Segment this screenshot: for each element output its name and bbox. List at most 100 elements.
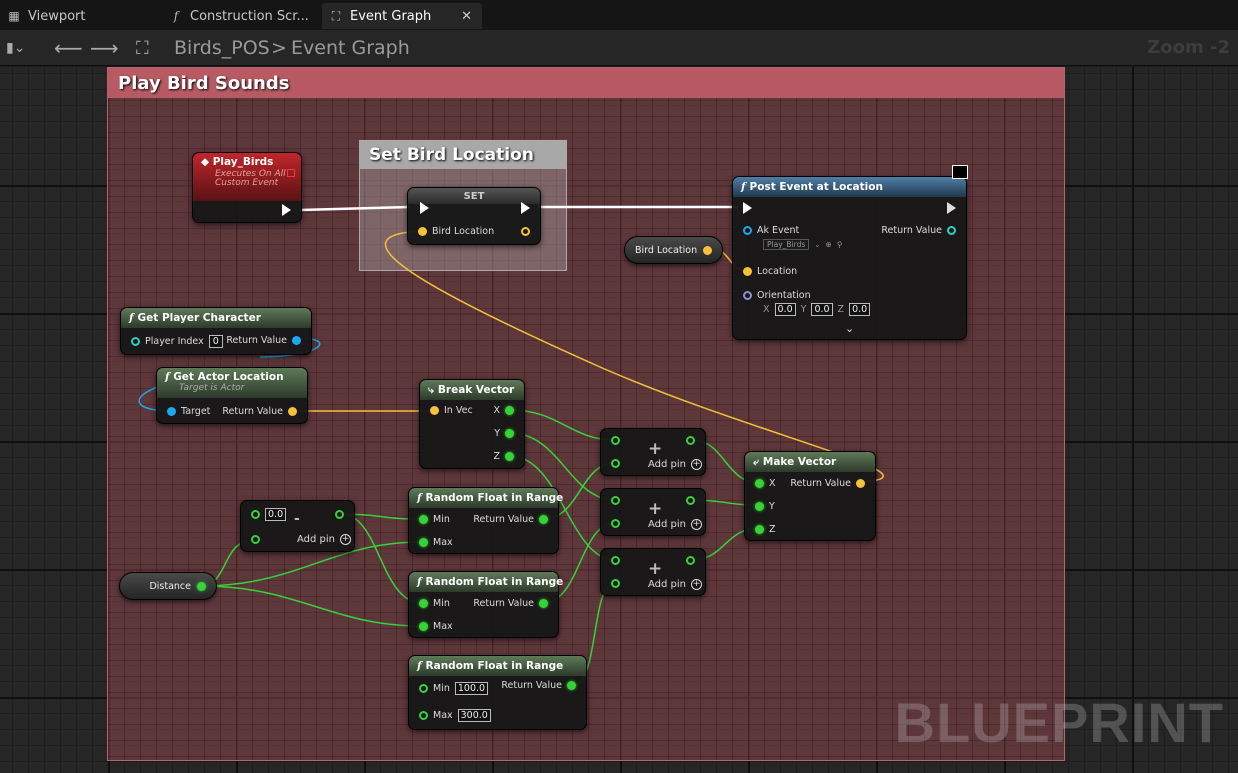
expand-chevron-icon[interactable]: ⌄ <box>845 322 854 335</box>
float-pin-dot <box>755 479 764 488</box>
return-value-pin[interactable]: Return Value <box>501 680 576 691</box>
exec-out-pin[interactable] <box>282 204 291 216</box>
exec-in-pin[interactable] <box>420 202 429 214</box>
float-out-pin[interactable] <box>686 556 695 565</box>
orientation-z-input[interactable]: 0.0 <box>849 303 871 316</box>
x-in-pin[interactable]: X <box>755 478 776 489</box>
node-header: f Random Float in Range <box>409 656 586 676</box>
float-pin-dot <box>539 515 548 524</box>
bird-location-pin[interactable]: Bird Location <box>418 226 494 237</box>
return-value-pin[interactable]: Return Value <box>226 335 301 346</box>
x-out-pin[interactable]: X <box>493 405 514 416</box>
target-pin[interactable]: Target <box>167 406 210 417</box>
vector-pin-dot[interactable] <box>703 245 713 255</box>
return-value-pin[interactable]: Return Value <box>473 514 548 525</box>
add-node[interactable]: + Add pin + <box>600 548 706 596</box>
orientation-x-input[interactable]: 0.0 <box>774 303 796 316</box>
player-index-input[interactable]: 0 <box>208 335 223 348</box>
exec-out-pin[interactable] <box>521 202 530 214</box>
add-pin-button[interactable]: Add pin + <box>648 579 703 590</box>
subtract-node[interactable]: 0.0 - Add pin + <box>240 500 355 552</box>
delegate-pin[interactable] <box>287 169 295 177</box>
float-pin-dot <box>419 711 428 720</box>
tab-bar: ▦ Viewport f Construction Scr... ⛶ Event… <box>0 0 1238 30</box>
pin-label: Ak Event <box>757 225 800 236</box>
tab-construction-script[interactable]: f Construction Scr... <box>162 3 312 29</box>
float-in-pin[interactable]: 0.0 <box>251 508 287 521</box>
float-in-pin[interactable] <box>611 519 620 528</box>
back-arrow-icon[interactable]: ⟵ <box>54 30 83 66</box>
return-value-pin[interactable]: Return Value <box>790 478 865 489</box>
add-pin-button[interactable]: Add pin + <box>297 534 352 545</box>
exec-in-pin[interactable] <box>743 202 752 214</box>
float-out-pin[interactable] <box>686 436 695 445</box>
breadcrumb-blueprint[interactable]: Birds_POS <box>174 30 270 66</box>
close-icon[interactable]: ✕ <box>461 9 472 24</box>
node-header: ⤷ Break Vector <box>420 380 524 400</box>
random-float-in-range-node[interactable]: f Random Float in Range Min 100.0 Max 30… <box>408 655 587 730</box>
float-in-pin[interactable] <box>611 459 620 468</box>
y-in-pin[interactable]: Y <box>755 501 775 512</box>
float-pin-dot <box>505 429 514 438</box>
graph-canvas[interactable]: Play Bird Sounds Set Bird Location ◆ Pla… <box>0 67 1238 773</box>
add-pin-button[interactable]: Add pin + <box>648 459 703 470</box>
tab-viewport[interactable]: ▦ Viewport <box>0 3 150 29</box>
add-node[interactable]: + Add pin + <box>600 428 706 476</box>
get-player-character-node[interactable]: f Get Player Character Player Index 0 Re… <box>120 307 312 355</box>
float-in-pin[interactable] <box>611 496 620 505</box>
exec-out-pin[interactable] <box>947 202 956 214</box>
max-pin[interactable]: Max 300.0 <box>419 709 491 722</box>
random-float-in-range-node[interactable]: f Random Float in Range Min Max Return V… <box>408 487 563 554</box>
return-value-pin[interactable]: Return Value <box>881 225 956 236</box>
float-in-pin[interactable] <box>611 556 620 565</box>
max-value-input[interactable]: 300.0 <box>457 709 491 722</box>
value-input[interactable]: 0.0 <box>265 508 287 521</box>
add-pin-label: Add pin <box>648 579 687 590</box>
float-out-pin[interactable] <box>686 496 695 505</box>
return-value-pin[interactable]: Return Value <box>222 406 297 417</box>
float-in-pin[interactable] <box>611 436 620 445</box>
return-value-pin[interactable]: Return Value <box>473 598 548 609</box>
break-vector-node[interactable]: ⤷ Break Vector In Vec X Y Z <box>419 379 525 469</box>
min-pin[interactable]: Min <box>419 598 450 609</box>
location-pin[interactable]: Location <box>743 266 797 277</box>
pin-label: In Vec <box>444 405 473 416</box>
ak-event-pin[interactable]: Ak Event <box>743 225 799 236</box>
float-pin-dot[interactable] <box>197 581 206 591</box>
max-pin[interactable]: Max <box>419 537 453 548</box>
y-out-pin[interactable]: Y <box>494 428 514 439</box>
browse-icon[interactable]: ⊕ <box>826 240 832 249</box>
orientation-pin[interactable]: Orientation <box>743 290 811 301</box>
pin-label: X <box>493 405 500 416</box>
z-in-pin[interactable]: Z <box>755 524 776 535</box>
graph-icon: ⛶ <box>331 8 341 23</box>
add-node[interactable]: + Add pin + <box>600 488 706 536</box>
float-out-pin[interactable] <box>335 510 344 519</box>
float-in-pin[interactable] <box>251 535 260 544</box>
post-event-at-location-node[interactable]: f Post Event at Location Ak Event Play_B… <box>732 165 968 340</box>
max-pin[interactable]: Max <box>419 621 453 632</box>
search-icon[interactable]: ⚲ <box>837 240 843 249</box>
z-out-pin[interactable]: Z <box>493 451 514 462</box>
distance-variable[interactable]: Distance <box>119 572 217 600</box>
in-vec-pin[interactable]: In Vec <box>430 405 473 416</box>
ak-event-selector[interactable]: Play_Birds ⌄ ⊕ ⚲ <box>763 239 842 250</box>
orientation-y-input[interactable]: 0.0 <box>811 303 833 316</box>
float-in-pin[interactable] <box>611 579 620 588</box>
set-variable-node[interactable]: SET Bird Location <box>407 187 541 245</box>
min-pin[interactable]: Min 100.0 <box>419 682 489 695</box>
vector-out-pin[interactable] <box>521 227 530 236</box>
forward-arrow-icon[interactable]: ⟶ <box>90 30 119 66</box>
min-pin[interactable]: Min <box>419 514 450 525</box>
get-actor-location-node[interactable]: f Get Actor Location Target is Actor Tar… <box>156 367 308 424</box>
make-vector-node[interactable]: ⤶ Make Vector X Y Z Return Value <box>744 451 876 541</box>
player-index-pin[interactable]: Player Index 0 <box>131 335 223 348</box>
tab-event-graph[interactable]: ⛶ Event Graph ✕ <box>322 3 482 29</box>
bookmark-icon[interactable]: ▮⌄ <box>6 30 25 66</box>
add-pin-button[interactable]: Add pin + <box>648 519 703 530</box>
pin-label: Player Index <box>145 336 204 347</box>
min-value-input[interactable]: 100.0 <box>454 682 489 695</box>
bird-location-variable[interactable]: Bird Location <box>624 236 724 264</box>
custom-event-node[interactable]: ◆ Play_Birds Executes On All Custom Even… <box>192 152 302 223</box>
random-float-in-range-node[interactable]: f Random Float in Range Min Max Return V… <box>408 571 563 638</box>
